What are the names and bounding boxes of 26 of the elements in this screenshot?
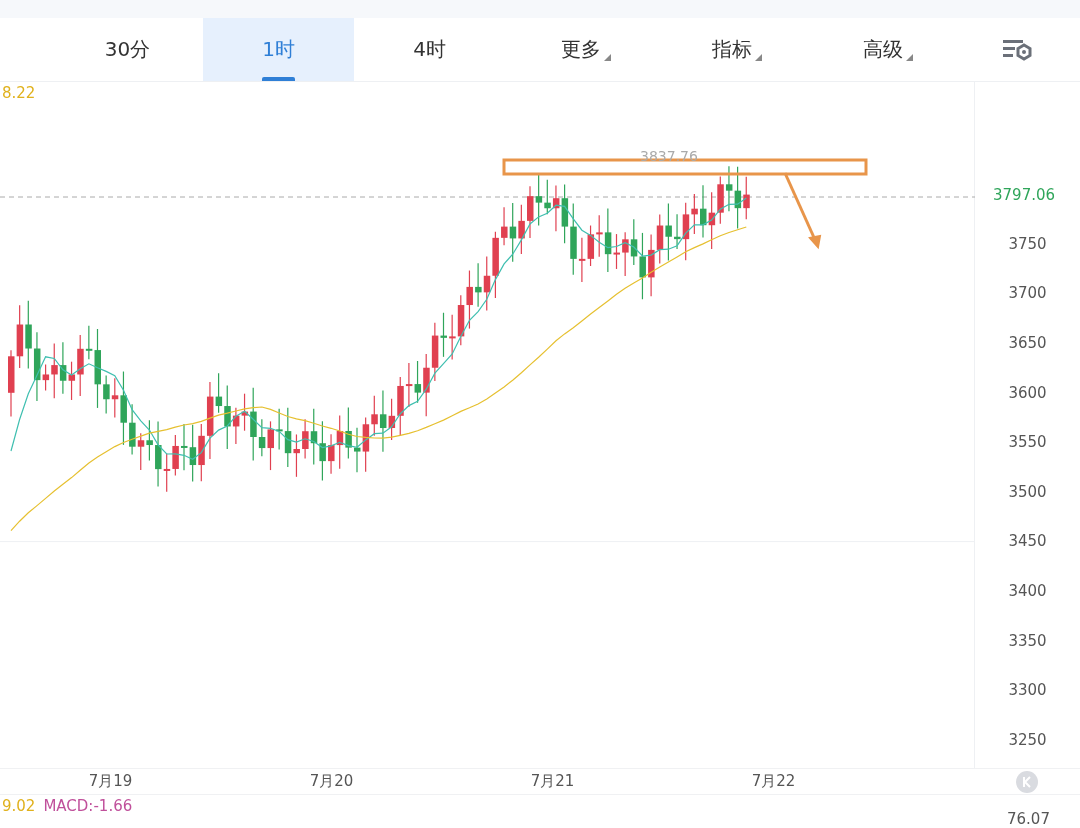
- timeframe-tab[interactable]: 指标: [656, 18, 807, 81]
- timeframe-tab[interactable]: 4时: [354, 18, 505, 81]
- price-axis-label: 3350: [1007, 630, 1048, 652]
- date-axis-label: 7月20: [308, 772, 355, 791]
- timeframe-tab[interactable]: 更多: [505, 18, 656, 81]
- date-axis-label: 7月21: [529, 772, 576, 791]
- max-price-label: 8.22: [2, 84, 36, 102]
- macd-value: MACD:-1.66: [43, 797, 133, 815]
- timeframe-tab[interactable]: 1时: [203, 18, 354, 81]
- indicator-axis-label: 76.07: [1007, 810, 1050, 828]
- date-axis-label: 7月19: [87, 772, 134, 791]
- price-axis-label: 3250: [1007, 729, 1048, 751]
- indicator-value: 9.02: [2, 797, 36, 815]
- price-axis-label: 3450: [1007, 531, 1048, 553]
- price-axis-label: 3300: [1007, 680, 1048, 702]
- price-axis-label: 3400: [1007, 580, 1048, 602]
- timeframe-tab[interactable]: 高级: [807, 18, 958, 81]
- scroll-to-start-icon[interactable]: [1016, 770, 1038, 793]
- price-axis-label: 3650: [1007, 333, 1048, 354]
- price-axis-label: 3550: [1007, 432, 1048, 454]
- date-axis-label: 7月22: [750, 772, 797, 791]
- price-axis-label: 3750: [1007, 233, 1048, 255]
- price-axis-label: 3500: [1007, 481, 1048, 503]
- price-axis-label: 3700: [1007, 283, 1048, 305]
- price-axis-label: 3600: [1007, 382, 1048, 404]
- timeframe-tab[interactable]: 30分: [52, 18, 203, 81]
